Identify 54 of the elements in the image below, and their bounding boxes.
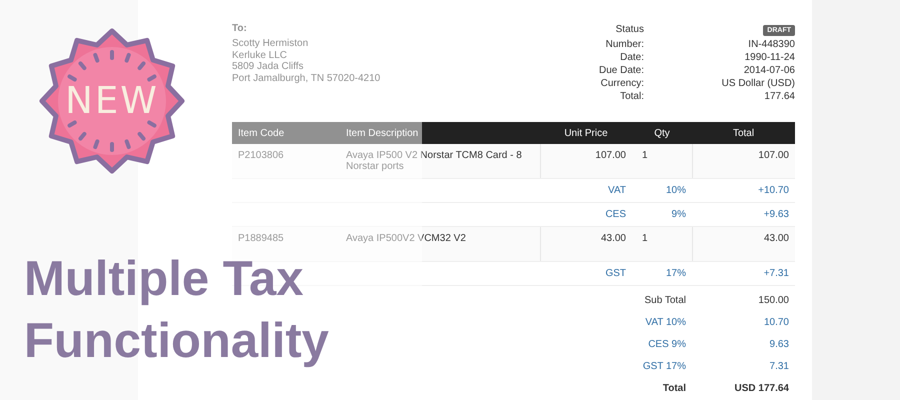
column-header: Item Code (237, 128, 286, 138)
column-header: Qty (653, 128, 671, 138)
badge-label: NEW (65, 81, 159, 121)
table-cell-text: 1 (641, 232, 649, 246)
tax-amount: +9.63 (762, 209, 790, 220)
total-label: GST 17% (642, 360, 687, 374)
detail-label: Total: (619, 90, 644, 103)
detail-value: IN-448390 (747, 38, 795, 51)
total-value: 9.63 (768, 338, 790, 352)
detail-value: 2014-07-06 (742, 64, 795, 77)
total-value: 7.31 (768, 360, 790, 374)
table-cell: 107.00 (692, 144, 795, 178)
table-cell: 43.00 (692, 227, 795, 261)
tax-name: GST (604, 268, 627, 279)
table-cell-text: Avaya IP500V2 VCM32 V2 (345, 232, 467, 246)
detail-label: Number: (604, 38, 644, 51)
total-label: CES 9% (647, 338, 687, 352)
total-value: 150.00 (757, 294, 790, 308)
tax-name: VAT (607, 185, 627, 196)
detail-label: Due Date: (598, 64, 644, 77)
tax-name: CES (604, 209, 627, 220)
total-label: Sub Total (643, 294, 687, 308)
table-cell: 107.00 (540, 144, 632, 178)
column-header: Unit Price (563, 128, 609, 138)
tax-amount: +7.31 (762, 268, 790, 279)
total-label: VAT 10% (644, 316, 687, 330)
headline: Multiple Tax (24, 253, 304, 305)
total-value: USD 177.64 (734, 382, 790, 396)
total-label: Total (662, 382, 687, 396)
recipient-line: Scotty Hermiston (232, 38, 310, 50)
detail-label: Date: (619, 51, 644, 64)
headline: Functionality (24, 315, 329, 367)
tax-rate: 9% (670, 209, 687, 220)
table-cell-text: P2103806 (237, 149, 285, 163)
table-cell-text: Avaya IP500 V2 Norstar TCM8 Card - 8 Norstar ports (345, 149, 523, 174)
recipient-line: Port Jamalburgh, TN 57020-4210 (232, 72, 380, 84)
starburst-icon (38, 27, 186, 175)
to-label: To: (232, 23, 248, 35)
table-cell-text: P1889485 (237, 232, 285, 246)
tax-rate: 17% (664, 268, 687, 279)
detail-label: Status (614, 23, 644, 37)
table-cell: 43.00 (540, 227, 632, 261)
total-value: 10.70 (762, 316, 790, 330)
column-header: Item Description (345, 128, 420, 138)
table-cell-text: 1 (641, 149, 649, 163)
detail-value: 177.64 (763, 90, 795, 103)
recipient-line: Kerluke LLC (232, 50, 288, 61)
detail-value: 1990-11-24 (744, 51, 795, 64)
detail-label: Currency: (600, 77, 644, 90)
tax-amount: +10.70 (757, 185, 790, 196)
recipient-line: 5809 Jada Cliffs (232, 61, 305, 72)
detail-value: US Dollar (USD) (720, 77, 795, 90)
column-header: Total (732, 128, 756, 138)
tax-rate: 10% (664, 185, 687, 196)
